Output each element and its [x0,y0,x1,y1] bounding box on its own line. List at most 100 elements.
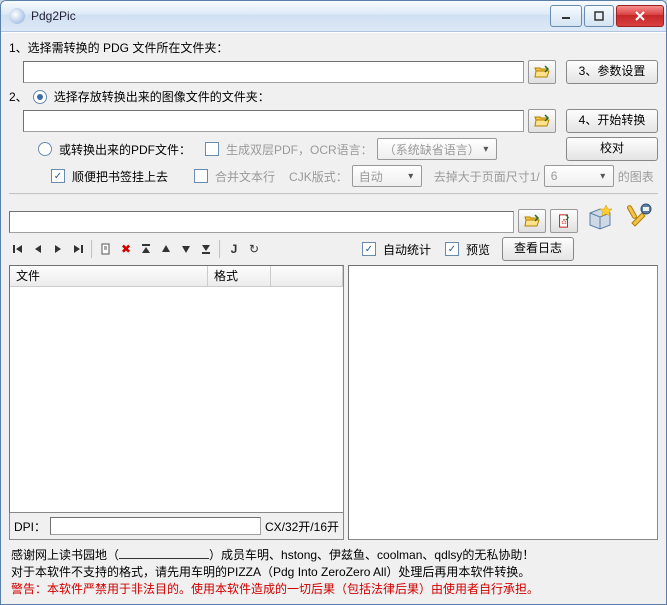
warning-line: 警告：本软件严禁用于非法目的。使用本软件造成的一切后果（包括法律后果）由使用者自… [11,581,656,598]
prev-button[interactable] [29,239,47,259]
pdf-export-button[interactable]: 凸 [550,209,578,233]
folder-open-icon [524,214,540,228]
up-icon [161,244,171,254]
move-down-button[interactable] [177,239,195,259]
dpi-input[interactable] [50,517,261,535]
delete-item-button[interactable]: ✖ [117,239,135,259]
discard-ratio-dropdown[interactable]: 6 ▾ [544,165,614,187]
box-star-icon [584,199,616,231]
output-folder-radio-label: 选择存放转换出来的图像文件的文件夹： [54,88,270,105]
listview-header: 文件 格式 [10,266,343,287]
viewlog-button[interactable]: 查看日志 [502,237,574,261]
mergetext-label: 合并文本行 [215,168,275,185]
blank-underline [119,546,209,559]
bookmark-label: 顺便把书签挂上去 [72,168,168,185]
nav-toolbar: ✖ J ↻ [9,237,263,261]
window-title: Pdg2Pic [31,9,548,23]
settings-button[interactable]: 3、参数设置 [566,60,658,84]
browse-mid-button[interactable] [518,209,546,233]
package-button[interactable] [582,197,618,233]
output-folder-input[interactable] [23,110,524,132]
move-bottom-button[interactable] [197,239,215,259]
close-button[interactable] [616,5,664,27]
titlebar: Pdg2Pic [1,1,666,32]
cjk-label: CJK版式： [289,168,348,185]
output-folder-radio[interactable] [33,90,47,104]
discard-suffix-label: 的图表 [618,168,654,185]
tools-icon [624,199,656,231]
doublelayer-checkbox[interactable] [205,142,219,156]
preview-label: 预览 [466,241,490,258]
row-toolstrip: ✖ J ↻ ✓ 自动统计 ✓ 预览 查看日志 [9,237,658,261]
dpi-row: DPI： CX/32开/16开 [9,513,344,540]
row-step1-input: 3、参数设置 [9,60,658,84]
new-item-button[interactable] [97,239,115,259]
mergetext-checkbox[interactable] [194,169,208,183]
pizza-line: 对于本软件不支持的格式，请先用车明的PIZZA（Pdg Into ZeroZer… [11,564,656,581]
chevron-down-icon: ▾ [595,171,611,182]
toolbar-separator [219,240,221,258]
refresh-button[interactable]: ↻ [245,239,263,259]
mid-path-input[interactable] [9,211,514,233]
discard-prefix-label: 去掉大于页面尺寸1/ [434,168,540,185]
close-icon [634,10,646,22]
maximize-button[interactable] [584,5,614,27]
file-list-column: 文件 格式 DPI： CX/32开/16开 [9,265,344,540]
row-bookmark: ✓ 顺便把书签挂上去 合并文本行 CJK版式： 自动 ▾ 去掉大于页面尺寸1/ … [9,165,658,187]
first-button[interactable] [9,239,27,259]
preview-checkbox[interactable]: ✓ [445,242,459,256]
last-button[interactable] [69,239,87,259]
listview-body[interactable] [10,287,343,512]
browse-pdg-button[interactable] [528,60,556,84]
chevron-down-icon: ▾ [478,144,494,155]
proofread-button[interactable]: 校对 [566,137,658,161]
footer-text: 感谢网上读书园地（）成员车明、hstong、伊兹鱼、coolman、qdlsy的… [9,540,658,600]
credits-line: 感谢网上读书园地（）成员车明、hstong、伊兹鱼、coolman、qdlsy的… [11,546,656,564]
last-icon [72,243,84,255]
col-file-header[interactable]: 文件 [10,266,208,286]
output-pdf-radio-label: 或转换出来的PDF文件： [59,141,191,158]
browse-output-folder-button[interactable] [528,109,556,133]
ocr-language-value: （系统缺省语言） [384,141,478,158]
preview-pane[interactable] [348,265,658,540]
minimize-button[interactable] [550,5,582,27]
divider [9,193,658,195]
move-up-button[interactable] [157,239,175,259]
tools-button[interactable] [622,197,658,233]
start-button[interactable]: 4、开始转换 [566,109,658,133]
row-midpath: 凸 [9,197,658,233]
autostats-checkbox[interactable]: ✓ [362,242,376,256]
maximize-icon [594,11,604,21]
move-top-button[interactable] [137,239,155,259]
document-icon [100,243,112,255]
pdf-icon: 凸 [556,214,572,228]
move-bottom-icon [201,243,211,255]
app-window: Pdg2Pic 1、选择需转换的 PDG 文件所在文件夹： 3、参数设置 [0,0,667,605]
first-icon [12,243,24,255]
toolbar-separator [91,240,93,258]
row-step2: 2、 选择存放转换出来的图像文件的文件夹： [9,88,658,105]
size-label: CX/32开/16开 [265,518,339,535]
window-buttons [548,5,664,27]
app-body: 1、选择需转换的 PDG 文件所在文件夹： 3、参数设置 2、 选择存放转换出来… [1,32,666,604]
j-button[interactable]: J [225,239,243,259]
pdg-folder-input[interactable] [23,61,524,83]
autostats-label: 自动统计 [383,241,431,258]
cjk-dropdown[interactable]: 自动 ▾ [352,165,422,187]
folder-open-icon [534,114,550,128]
col-extra-header[interactable] [271,266,343,286]
move-top-icon [141,243,151,255]
dpi-label: DPI： [14,518,46,535]
chevron-down-icon: ▾ [403,171,419,182]
next-button[interactable] [49,239,67,259]
file-listview[interactable]: 文件 格式 [9,265,344,513]
prev-icon [33,244,43,254]
row-step2-input: 4、开始转换 [9,109,658,133]
cjk-value: 自动 [359,168,383,185]
col-format-header[interactable]: 格式 [208,266,271,286]
ocr-language-dropdown[interactable]: （系统缺省语言） ▾ [377,138,497,160]
bookmark-checkbox[interactable]: ✓ [51,169,65,183]
step2-prefix: 2、 [9,88,28,105]
doublelayer-label: 生成双层PDF，OCR语言： [226,141,373,158]
output-pdf-radio[interactable] [38,142,52,156]
